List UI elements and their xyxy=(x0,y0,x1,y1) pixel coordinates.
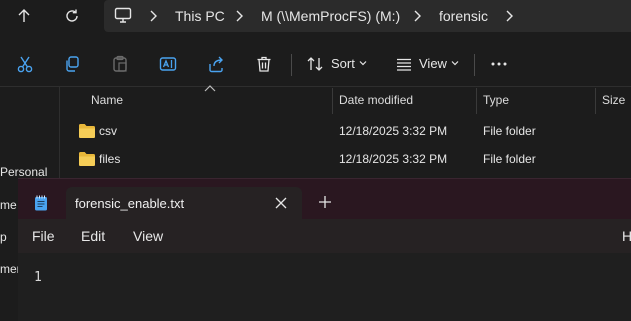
column-separator[interactable] xyxy=(332,88,333,114)
address-bar[interactable]: This PC M (\\MemProcFS) (M:) forensic xyxy=(104,0,631,32)
cut-icon[interactable] xyxy=(13,52,37,76)
menu-heading-button[interactable]: H xyxy=(622,228,631,244)
notepad-titlebar[interactable]: forensic_enable.txt xyxy=(18,179,631,219)
chevron-right-icon[interactable] xyxy=(234,9,244,23)
share-icon[interactable] xyxy=(204,52,228,76)
line-number: 1 xyxy=(34,270,42,285)
command-bar-divider xyxy=(0,86,631,87)
menu-view[interactable]: View xyxy=(133,228,163,244)
file-type: File folder xyxy=(483,124,536,138)
file-date-modified: 12/18/2025 3:32 PM xyxy=(339,152,448,166)
sort-icon[interactable] xyxy=(303,52,327,76)
notepad-app-icon xyxy=(35,195,47,211)
more-options-icon[interactable] xyxy=(487,52,511,76)
folder-icon xyxy=(79,152,95,166)
up-arrow-icon[interactable] xyxy=(10,4,38,28)
file-row[interactable]: csv 12/18/2025 3:32 PM File folder xyxy=(64,118,631,144)
address-row: This PC M (\\MemProcFS) (M:) forensic xyxy=(0,0,631,32)
chevron-down-icon[interactable] xyxy=(359,59,367,67)
notepad-editor[interactable]: 1 xyxy=(18,253,631,321)
chevron-right-icon[interactable] xyxy=(148,9,158,23)
computer-icon xyxy=(114,7,132,23)
view-icon[interactable] xyxy=(392,52,416,76)
column-header-size[interactable]: Size xyxy=(602,93,625,107)
breadcrumb-this-pc[interactable]: This PC xyxy=(175,8,225,24)
close-icon[interactable] xyxy=(274,196,288,210)
command-bar: Sort View xyxy=(0,44,631,84)
refresh-icon[interactable] xyxy=(58,4,86,28)
rename-icon[interactable] xyxy=(156,52,180,76)
notepad-window: forensic_enable.txt File Edit View H 1 xyxy=(18,178,631,321)
column-header-date-modified[interactable]: Date modified xyxy=(339,93,413,107)
toolbar-separator xyxy=(291,54,292,76)
column-header-name[interactable]: Name xyxy=(91,93,123,107)
tab-forensic-enable[interactable]: forensic_enable.txt xyxy=(66,187,302,219)
column-separator[interactable] xyxy=(595,88,596,114)
breadcrumb-drive[interactable]: M (\\MemProcFS) (M:) xyxy=(261,8,400,24)
sort-button[interactable]: Sort xyxy=(331,56,355,71)
file-type: File folder xyxy=(483,152,536,166)
chevron-down-icon[interactable] xyxy=(451,59,459,67)
file-name[interactable]: csv xyxy=(99,124,117,138)
column-header-type[interactable]: Type xyxy=(483,93,509,107)
folder-icon xyxy=(79,124,95,138)
sort-up-caret-icon xyxy=(204,85,216,92)
menu-edit[interactable]: Edit xyxy=(81,228,105,244)
tab-title: forensic_enable.txt xyxy=(75,196,185,211)
breadcrumb-forensic[interactable]: forensic xyxy=(439,8,488,24)
view-button[interactable]: View xyxy=(419,56,447,71)
plus-icon[interactable] xyxy=(318,195,332,209)
file-row[interactable]: files 12/18/2025 3:32 PM File folder xyxy=(64,146,631,172)
paste-icon xyxy=(108,52,132,76)
menu-file[interactable]: File xyxy=(32,228,55,244)
delete-icon[interactable] xyxy=(252,52,276,76)
chevron-right-icon[interactable] xyxy=(504,9,514,23)
copy-icon[interactable] xyxy=(60,52,84,76)
toolbar-separator xyxy=(474,54,475,76)
nav-item-desktop[interactable]: p xyxy=(0,230,7,244)
nav-item-documents[interactable]: me xyxy=(0,198,17,212)
file-date-modified: 12/18/2025 3:32 PM xyxy=(339,124,448,138)
column-separator[interactable] xyxy=(476,88,477,114)
chevron-right-icon[interactable] xyxy=(412,9,422,23)
nav-item-personal[interactable]: Personal xyxy=(0,165,47,179)
notepad-menubar: File Edit View H xyxy=(18,219,631,253)
file-name[interactable]: files xyxy=(99,152,120,166)
